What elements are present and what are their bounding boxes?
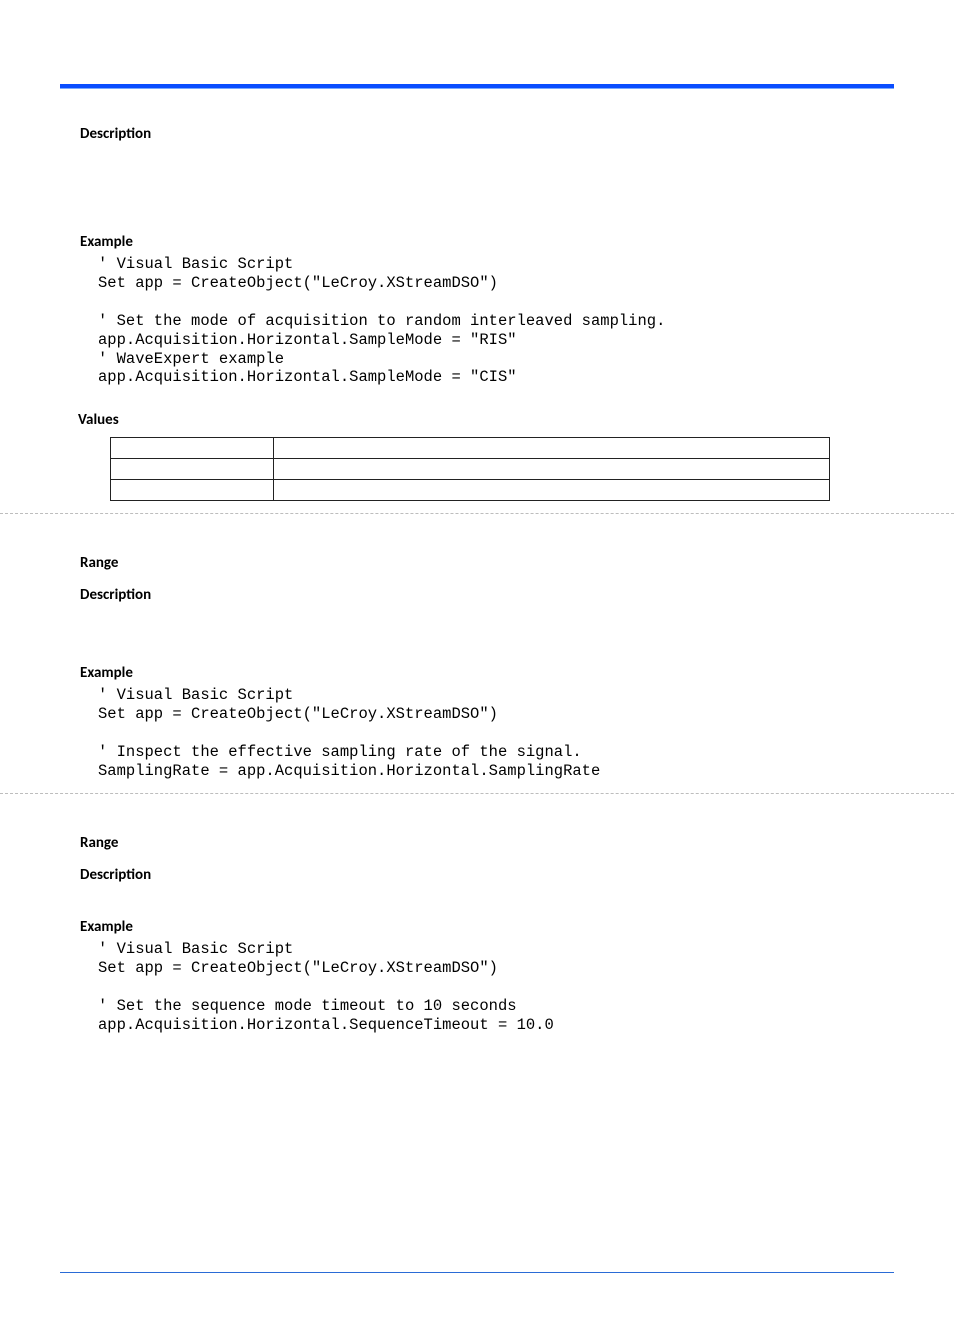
table-cell [111, 459, 274, 480]
footer-rule [60, 1272, 894, 1273]
code-block: ' Visual Basic Script Set app = CreateOb… [98, 940, 894, 1035]
heading-description: Description [60, 866, 894, 884]
table-cell [111, 438, 274, 459]
values-table [110, 437, 830, 501]
heading-range: Range [60, 834, 894, 852]
code-block: ' Visual Basic Script Set app = CreateOb… [98, 686, 894, 781]
heading-range: Range [60, 554, 894, 572]
heading-values: Values [60, 411, 894, 429]
table-row [111, 480, 830, 501]
code-block: ' Visual Basic Script Set app = CreateOb… [98, 255, 894, 387]
page: Description Example ' Visual Basic Scrip… [0, 84, 954, 1319]
heading-example: Example [60, 664, 894, 682]
table-cell [111, 480, 274, 501]
heading-description: Description [60, 125, 894, 143]
table-row [111, 459, 830, 480]
table-cell [274, 480, 830, 501]
heading-example: Example [60, 918, 894, 936]
table-cell [274, 459, 830, 480]
top-rule [60, 84, 894, 89]
table-row [111, 438, 830, 459]
heading-example: Example [60, 233, 894, 251]
divider-dashed [0, 513, 954, 514]
divider-dashed [0, 793, 954, 794]
heading-description: Description [60, 586, 894, 604]
table-cell [274, 438, 830, 459]
